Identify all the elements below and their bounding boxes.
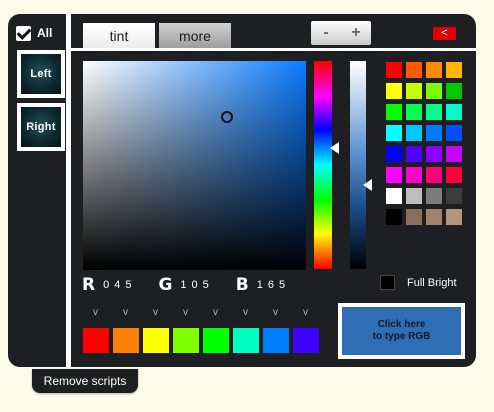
type-rgb-line1: Click here [377,319,426,330]
color-swatch[interactable] [406,83,422,99]
color-swatch[interactable] [446,146,462,162]
all-checkbox[interactable] [16,25,31,41]
color-swatch[interactable] [386,209,402,225]
g-label: G [158,275,173,295]
color-swatch[interactable] [446,188,462,204]
all-toggle[interactable]: All [16,22,52,44]
saturation-value-picker[interactable] [83,61,306,270]
swatch-grid [386,62,462,225]
color-swatch[interactable] [406,146,422,162]
color-swatch[interactable] [386,104,402,120]
color-swatch[interactable] [386,188,402,204]
preset-arrow-icon[interactable]: v [123,307,153,318]
color-swatch[interactable] [386,83,402,99]
preset-color[interactable] [293,328,319,353]
preset-color[interactable] [263,328,289,353]
tab-more[interactable]: more [159,23,231,48]
color-swatch[interactable] [406,188,422,204]
b-label: B [235,275,249,295]
color-swatch[interactable] [446,83,462,99]
preset-arrow-icon[interactable]: v [93,307,123,318]
color-swatch[interactable] [446,125,462,141]
color-swatch[interactable] [446,104,462,120]
preset-arrow-icon[interactable]: v [243,307,273,318]
left-button-label: Left [30,68,52,80]
color-swatch[interactable] [386,125,402,141]
color-swatch[interactable] [426,188,442,204]
close-button[interactable]: < [433,27,456,40]
color-swatch[interactable] [406,167,422,183]
tab-tint[interactable]: tint [83,23,155,48]
hue-slider-arrow-icon[interactable] [330,142,339,154]
panel-divider-horizontal [70,48,476,51]
color-selector-marker[interactable] [221,111,233,123]
g-value: 105 [180,279,214,291]
color-swatch[interactable] [406,62,422,78]
right-button[interactable]: Right [17,103,65,151]
color-swatch[interactable] [426,167,442,183]
color-swatch[interactable] [426,83,442,99]
full-bright-checkbox[interactable] [380,275,395,290]
color-swatch[interactable] [426,125,442,141]
color-swatch[interactable] [406,209,422,225]
color-swatch[interactable] [446,62,462,78]
preset-arrow-icon[interactable]: v [303,307,333,318]
preset-arrow-icon[interactable]: v [183,307,213,318]
all-label: All [37,26,53,40]
preset-row [83,328,319,353]
preset-arrow-icon[interactable]: v [273,307,303,318]
right-button-label: Right [26,121,56,133]
full-bright-toggle[interactable]: Full Bright [380,275,457,290]
hue-slider[interactable] [314,61,332,269]
preset-color[interactable] [173,328,199,353]
color-swatch[interactable] [426,146,442,162]
color-swatch[interactable] [446,167,462,183]
color-swatch[interactable] [386,146,402,162]
preset-arrow-icon[interactable]: v [153,307,183,318]
brightness-slider[interactable] [350,61,366,269]
preset-color[interactable] [113,328,139,353]
zoom-stepper: - + [311,21,371,45]
preset-color[interactable] [143,328,169,353]
color-swatch[interactable] [386,62,402,78]
color-swatch[interactable] [426,62,442,78]
zoom-plus-button[interactable]: + [341,21,371,45]
type-rgb-line2: to type RGB [372,331,431,342]
full-bright-label: Full Bright [407,276,457,289]
left-button[interactable]: Left [17,50,65,98]
r-label: R [82,275,96,295]
color-swatch[interactable] [426,104,442,120]
preset-arrow-icon[interactable]: v [213,307,243,318]
brightness-slider-arrow-icon[interactable] [363,179,372,191]
rgb-readout: R 045 G 105 B 165 [82,275,291,295]
preset-color[interactable] [83,328,109,353]
color-swatch[interactable] [426,209,442,225]
zoom-minus-button[interactable]: - [311,21,341,45]
type-rgb-button[interactable]: Click here to type RGB [338,303,465,359]
color-swatch[interactable] [406,104,422,120]
color-swatch[interactable] [446,209,462,225]
remove-scripts-button[interactable]: Remove scripts [32,369,138,393]
preset-color[interactable] [203,328,229,353]
b-value: 165 [256,279,291,291]
preset-color[interactable] [233,328,259,353]
panel-divider-vertical [66,14,71,367]
r-value: 045 [103,279,137,291]
color-swatch[interactable] [386,167,402,183]
preset-arrows: vvvvvvvv [93,307,333,318]
color-swatch[interactable] [406,125,422,141]
